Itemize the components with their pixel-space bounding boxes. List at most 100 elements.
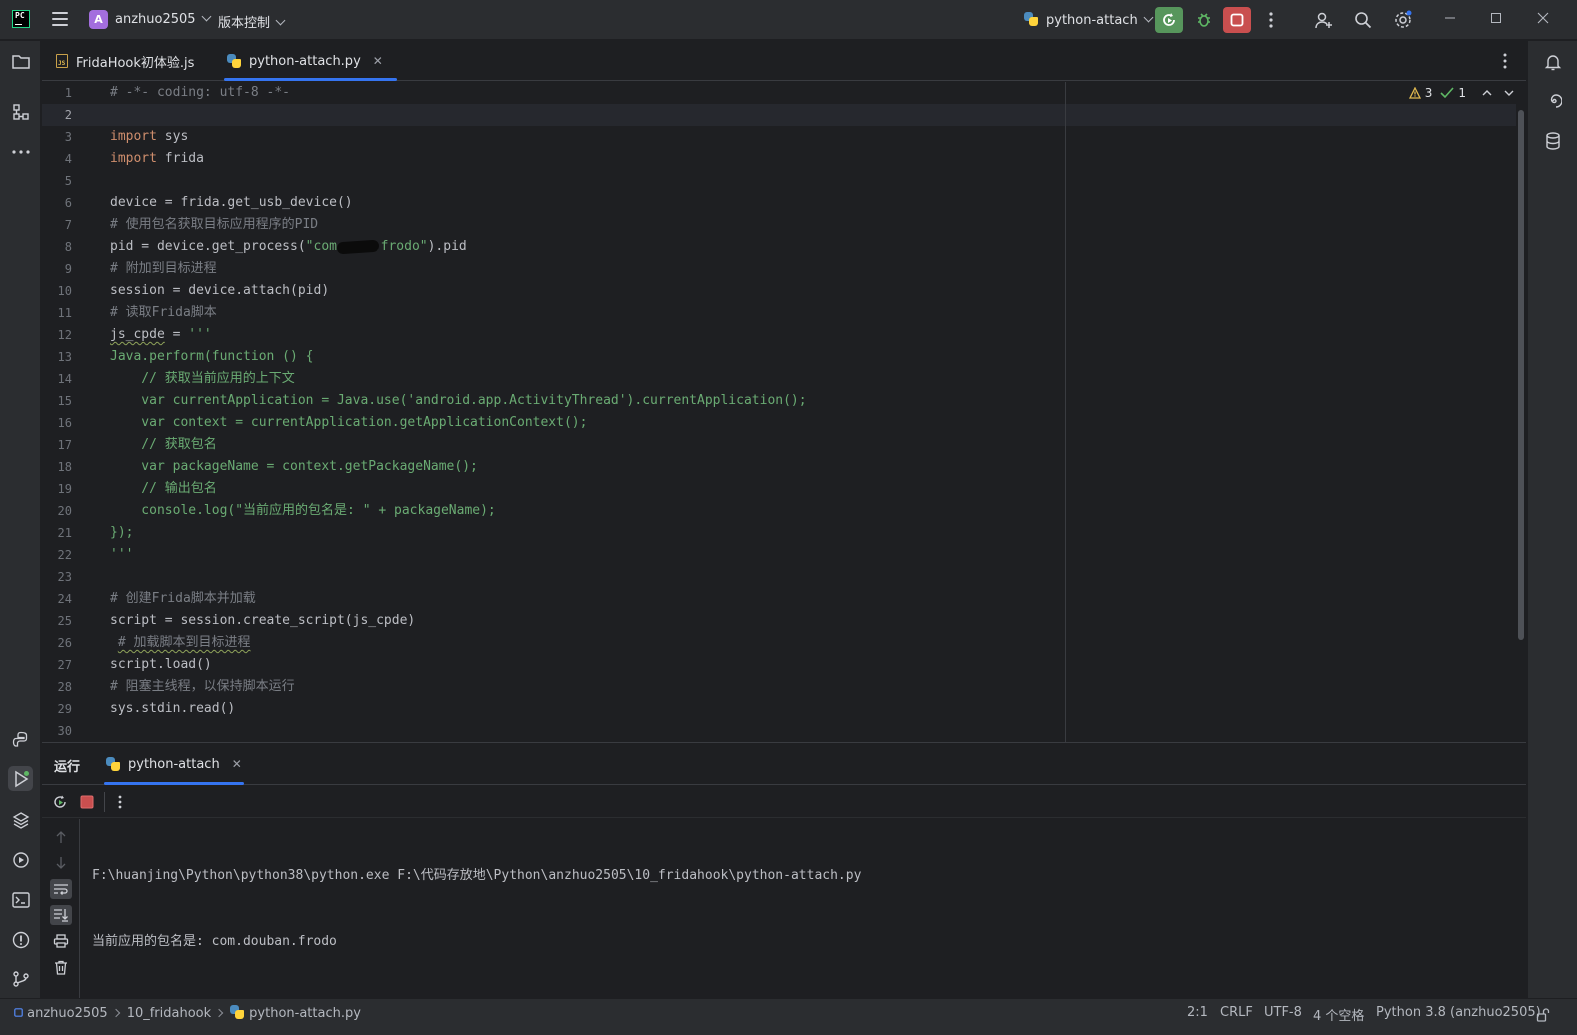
line-number[interactable]: 2 (42, 104, 72, 126)
close-icon (1537, 12, 1549, 24)
more-tools-button[interactable] (8, 139, 33, 164)
breadcrumb-folder[interactable]: 10_fridahook (127, 1006, 211, 1021)
problems-tool-button[interactable] (8, 927, 33, 952)
console-output[interactable]: F:\huanjing\Python\python38\python.exe F… (92, 821, 861, 997)
code-text: sys (156, 129, 189, 144)
search-button[interactable] (1349, 7, 1377, 33)
code-text: pid = device.get_process( (110, 239, 306, 254)
python-packages-button[interactable] (8, 807, 33, 832)
line-number[interactable]: 13 (42, 346, 72, 368)
code-line-25: script = session.create_script(js_cpde) (110, 613, 416, 628)
current-line-highlight (42, 104, 1516, 126)
run-tab-python-attach[interactable]: python-attach ✕ (104, 743, 244, 785)
chevron-up-icon[interactable] (1482, 89, 1492, 97)
run-tool-button[interactable] (8, 766, 33, 791)
minimize-button[interactable] (1444, 12, 1456, 28)
rerun-button[interactable] (52, 794, 68, 814)
caret-position[interactable]: 2:1 (1187, 1005, 1208, 1020)
breadcrumb-project[interactable]: anzhuo2505 (27, 1006, 108, 1021)
services-tool-button[interactable] (8, 847, 33, 872)
chevron-down-icon[interactable] (1504, 89, 1514, 97)
line-number[interactable]: 30 (42, 720, 72, 742)
line-number[interactable]: 5 (42, 170, 72, 192)
run-more-button[interactable] (118, 795, 122, 813)
line-number[interactable]: 10 (42, 280, 72, 302)
rerun-button[interactable] (1155, 7, 1183, 33)
line-number[interactable]: 24 (42, 588, 72, 610)
line-number[interactable]: 4 (42, 148, 72, 170)
ai-assistant-button[interactable] (1540, 88, 1565, 113)
run-config-selector[interactable]: python-attach (1024, 12, 1154, 28)
project-tool-button[interactable] (8, 49, 33, 74)
notifications-button[interactable] (1540, 49, 1565, 74)
maximize-icon (1491, 13, 1501, 23)
line-number[interactable]: 28 (42, 676, 72, 698)
debug-button[interactable] (1190, 7, 1218, 33)
maximize-button[interactable] (1490, 12, 1502, 28)
stop-button[interactable] (80, 795, 94, 813)
file-encoding[interactable]: UTF-8 (1264, 1005, 1302, 1020)
indent-setting[interactable]: 4 个空格 (1313, 1005, 1364, 1024)
line-number[interactable]: 1 (42, 82, 72, 104)
line-number[interactable]: 27 (42, 654, 72, 676)
close-tab-icon[interactable]: ✕ (373, 54, 383, 68)
line-number[interactable]: 25 (42, 610, 72, 632)
line-number[interactable]: 16 (42, 412, 72, 434)
python-console-button[interactable] (8, 727, 33, 752)
right-tool-strip (1527, 41, 1577, 998)
line-number[interactable]: 18 (42, 456, 72, 478)
settings-button[interactable] (1389, 7, 1417, 33)
main-menu-icon[interactable] (52, 12, 68, 26)
line-number[interactable]: 7 (42, 214, 72, 236)
python-interpreter[interactable]: Python 3.8 (anzhuo2505) (1376, 1005, 1541, 1020)
line-number[interactable]: 6 (42, 192, 72, 214)
line-number[interactable]: 11 (42, 302, 72, 324)
line-separator[interactable]: CRLF (1220, 1005, 1253, 1020)
line-number[interactable]: 22 (42, 544, 72, 566)
soft-wrap-icon (54, 884, 68, 895)
line-number[interactable]: 23 (42, 566, 72, 588)
line-number[interactable]: 14 (42, 368, 72, 390)
line-number[interactable]: 3 (42, 126, 72, 148)
line-number[interactable]: 29 (42, 698, 72, 720)
terminal-tool-button[interactable] (8, 887, 33, 912)
close-tab-icon[interactable]: ✕ (232, 757, 242, 771)
scroll-up-button[interactable] (50, 827, 72, 847)
tab-fridahook-js[interactable]: JS FridaHook初体验.js (56, 41, 194, 81)
breadcrumb-file[interactable]: python-attach.py (249, 1006, 361, 1021)
vcs-menu[interactable]: 版本控制 (218, 12, 286, 31)
run-tool-window: 运行 python-attach ✕ F:\huanjing\Python\py… (42, 742, 1526, 999)
more-actions-button[interactable] (1257, 7, 1285, 33)
git-tool-button[interactable] (8, 966, 33, 991)
inspections-widget[interactable]: 3 1 (1408, 86, 1514, 100)
close-window-button[interactable] (1537, 12, 1549, 28)
print-button[interactable] (50, 931, 72, 951)
line-number[interactable]: 8 (42, 236, 72, 258)
stop-button[interactable] (1223, 7, 1251, 33)
scroll-down-button[interactable] (50, 853, 72, 873)
file-lock-button[interactable] (1536, 1008, 1550, 1026)
code-editor[interactable]: 1 2 3 4 5 6 7 8 9 10 11 12 13 14 15 16 17 18 19 20 21 22 23 24 2… (42, 82, 1526, 742)
code-text: frida (156, 151, 204, 166)
line-number[interactable]: 20 (42, 500, 72, 522)
structure-tool-button[interactable] (8, 99, 33, 124)
scroll-to-end-button[interactable] (50, 905, 72, 925)
project-badge[interactable]: A (89, 10, 108, 29)
soft-wrap-button[interactable] (50, 879, 72, 899)
code-line-14: // 获取当前应用的上下文 (110, 371, 295, 386)
tab-options-button[interactable] (1503, 53, 1507, 73)
line-number[interactable]: 26 (42, 632, 72, 654)
python-file-icon (227, 54, 241, 68)
code-with-me-button[interactable] (1310, 7, 1338, 33)
line-number[interactable]: 21 (42, 522, 72, 544)
line-number[interactable]: 17 (42, 434, 72, 456)
database-button[interactable] (1540, 128, 1565, 153)
editor-scrollbar[interactable] (1518, 110, 1524, 640)
project-selector[interactable]: anzhuo2505 (115, 11, 211, 27)
clear-console-button[interactable] (50, 957, 72, 977)
line-number[interactable]: 9 (42, 258, 72, 280)
line-number[interactable]: 12 (42, 324, 72, 346)
line-number[interactable]: 19 (42, 478, 72, 500)
tab-python-attach[interactable]: python-attach.py ✕ (224, 41, 397, 81)
line-number[interactable]: 15 (42, 390, 72, 412)
